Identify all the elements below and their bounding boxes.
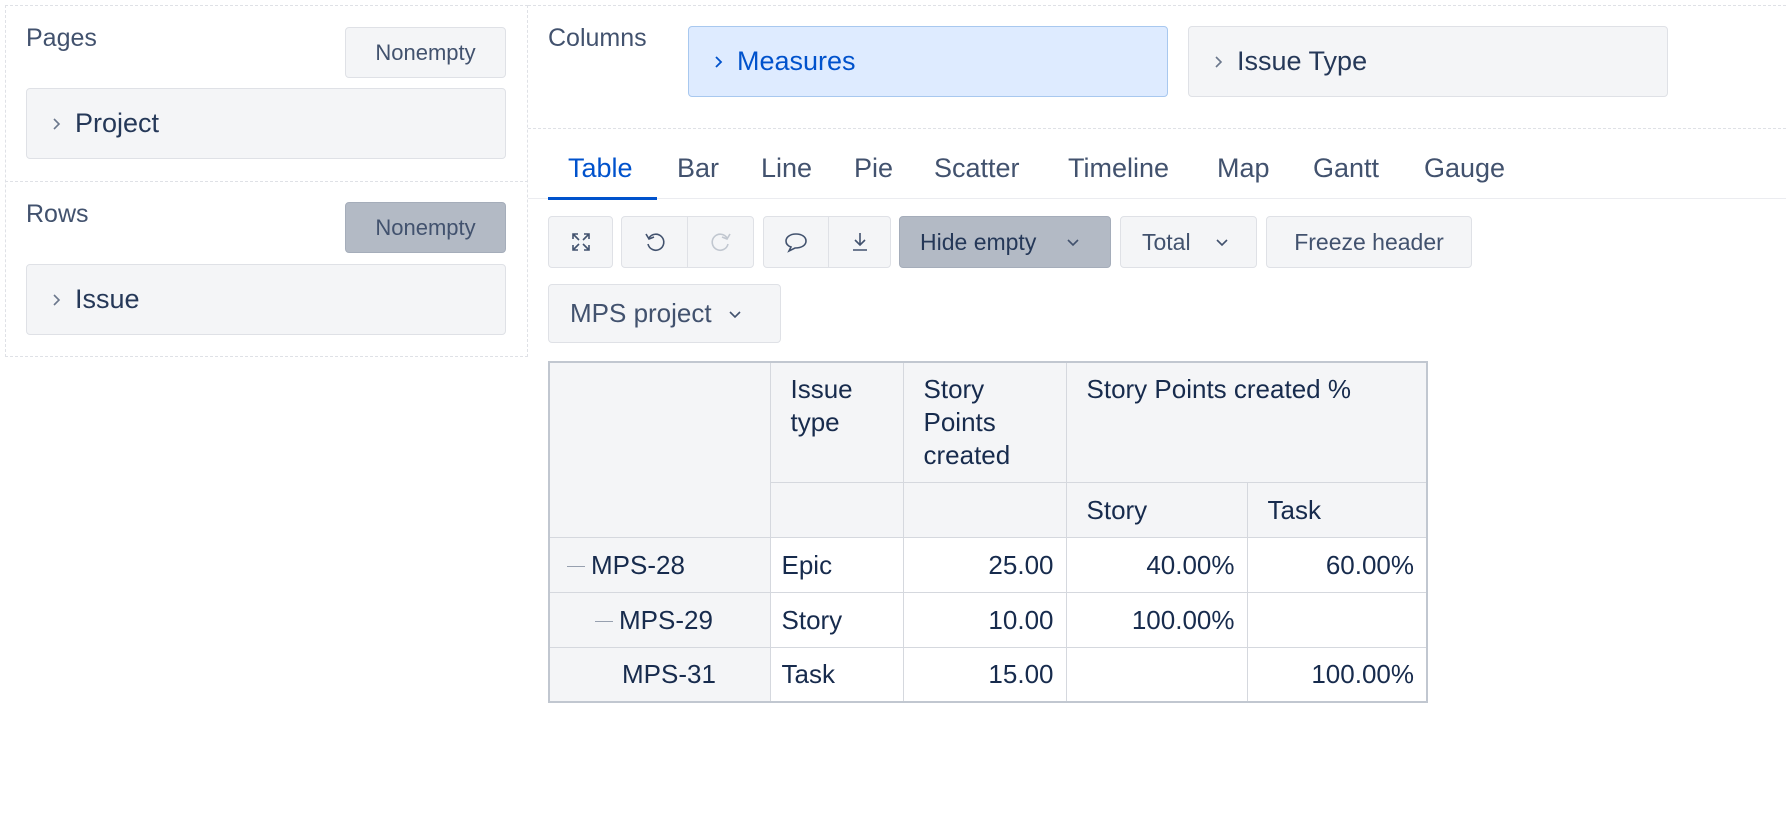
page-filter-dropdown[interactable]: MPS project — [548, 284, 781, 343]
header-story[interactable]: Story — [1065, 482, 1248, 538]
rows-dimension-label: Issue — [75, 284, 140, 314]
row-label: MPS-29 — [619, 604, 713, 635]
row-header-mps-28[interactable]: MPS-28 — [548, 537, 771, 593]
corner-cell — [548, 361, 771, 538]
row-header-mps-31[interactable]: MPS-31 — [548, 647, 771, 702]
columns-title: Columns — [548, 24, 647, 52]
cell-task-pct: 100.00% — [1246, 647, 1428, 702]
chevron-right-icon — [1215, 55, 1223, 68]
table-row: MPS-31 Task 15.00 100.00% — [548, 647, 1428, 702]
tab-gantt[interactable]: Gantt — [1313, 153, 1379, 184]
columns-dimension-label: Issue Type — [1237, 46, 1368, 76]
freeze-header-button[interactable]: Freeze header — [1266, 216, 1472, 268]
page-filter-label: MPS project — [570, 298, 712, 328]
hide-empty-label: Hide empty — [920, 228, 1037, 255]
columns-measures-dimension[interactable]: Measures — [688, 26, 1168, 97]
download-icon — [852, 233, 867, 251]
tab-map[interactable]: Map — [1217, 153, 1270, 184]
row-header-mps-29[interactable]: MPS-29 — [548, 592, 771, 648]
collapse-icon[interactable] — [595, 621, 613, 623]
total-dropdown[interactable]: Total — [1120, 216, 1257, 268]
header-story-points-created-pct[interactable]: Story Points created % — [1065, 361, 1428, 483]
rows-nonempty-button[interactable]: Nonempty — [345, 202, 506, 253]
cell-story-pct: 100.00% — [1065, 592, 1248, 648]
row-label: MPS-31 — [622, 658, 716, 689]
rows-issue-dimension[interactable]: Issue — [26, 264, 506, 335]
redo-icon — [710, 233, 731, 251]
tab-scatter[interactable]: Scatter — [934, 153, 1020, 184]
rows-title: Rows — [26, 200, 89, 228]
cell-story-points-created: 10.00 — [902, 592, 1067, 648]
tab-gauge[interactable]: Gauge — [1424, 153, 1505, 184]
table-row: MPS-28 Epic 25.00 40.00% 60.00% — [548, 537, 1428, 593]
chevron-down-icon — [1067, 239, 1079, 247]
columns-issue-type-dimension[interactable]: Issue Type — [1188, 26, 1668, 97]
expand-icon — [571, 233, 590, 251]
undo-icon — [644, 233, 665, 251]
collapse-icon[interactable] — [567, 566, 585, 568]
tab-bar[interactable]: Bar — [677, 153, 719, 184]
undo-button[interactable] — [621, 216, 688, 268]
chevron-right-icon — [715, 55, 723, 68]
tabs-baseline — [528, 198, 1786, 199]
pages-title: Pages — [26, 24, 97, 52]
cell-issue-type: Story — [769, 592, 904, 648]
tab-table[interactable]: Table — [568, 153, 633, 184]
chevron-right-icon — [53, 117, 61, 130]
tab-line[interactable]: Line — [761, 153, 812, 184]
panel-divider — [5, 181, 528, 182]
row-label: MPS-28 — [591, 549, 685, 580]
active-tab-indicator — [548, 197, 657, 200]
pages-dimension-label: Project — [75, 108, 160, 138]
fullscreen-button[interactable] — [548, 216, 613, 268]
header-empty-cell — [769, 482, 904, 538]
cell-story-pct — [1065, 647, 1248, 702]
cell-task-pct — [1246, 592, 1428, 648]
cell-story-points-created: 25.00 — [902, 537, 1067, 593]
hide-empty-dropdown[interactable]: Hide empty — [899, 216, 1111, 268]
chevron-right-icon — [53, 293, 61, 306]
cell-issue-type: Task — [769, 647, 904, 702]
chevron-down-icon — [729, 310, 741, 318]
header-task[interactable]: Task — [1246, 482, 1428, 538]
header-story-points-created[interactable]: Story Points created — [902, 361, 1067, 483]
export-button[interactable] — [828, 216, 891, 268]
columns-dimension-label: Measures — [737, 46, 856, 76]
header-issue-type[interactable]: Issue type — [769, 361, 904, 483]
cell-story-points-created: 15.00 — [902, 647, 1067, 702]
tab-timeline[interactable]: Timeline — [1068, 153, 1169, 184]
cell-issue-type: Epic — [769, 537, 904, 593]
cell-task-pct: 60.00% — [1246, 537, 1428, 593]
comment-button[interactable] — [763, 216, 829, 268]
pages-nonempty-button[interactable]: Nonempty — [345, 27, 506, 78]
chevron-down-icon — [1216, 239, 1228, 247]
header-empty-cell — [902, 482, 1067, 538]
redo-button[interactable] — [687, 216, 754, 268]
pages-project-dimension[interactable]: Project — [26, 88, 506, 159]
comment-icon — [785, 233, 807, 253]
table-row: MPS-29 Story 10.00 100.00% — [548, 592, 1428, 648]
total-label: Total — [1142, 228, 1191, 255]
cell-story-pct: 40.00% — [1065, 537, 1248, 593]
tab-pie[interactable]: Pie — [854, 153, 893, 184]
pivot-table: Issue type Story Points created Story Po… — [548, 361, 1428, 703]
